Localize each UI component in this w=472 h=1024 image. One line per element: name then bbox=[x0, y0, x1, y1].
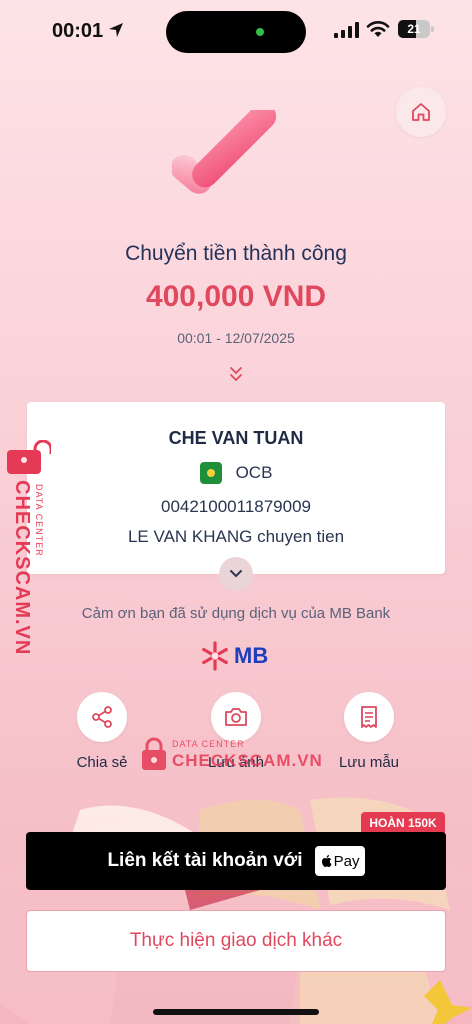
home-indicator[interactable] bbox=[153, 1009, 319, 1015]
bank-row: OCB bbox=[27, 462, 445, 484]
pay-text: Pay bbox=[333, 852, 360, 870]
save-template-action[interactable]: Lưu mẫu bbox=[329, 692, 409, 771]
success-check-icon bbox=[172, 110, 277, 194]
apple-pay-logo: Pay bbox=[314, 846, 365, 876]
status-bar: 00:01 21 bbox=[0, 0, 472, 62]
transfer-datetime: 00:01 - 12/07/2025 bbox=[177, 330, 295, 346]
double-chevron-down-icon[interactable] bbox=[229, 365, 243, 383]
home-icon bbox=[412, 103, 430, 121]
location-arrow-icon bbox=[109, 23, 123, 37]
other-transaction-label: Thực hiện giao dịch khác bbox=[129, 930, 343, 951]
lock-icon bbox=[142, 737, 166, 770]
mb-logo-text: MB bbox=[234, 643, 269, 668]
recipient-name: CHE VAN TUAN bbox=[168, 428, 304, 448]
apple-logo-icon bbox=[321, 855, 332, 867]
save-template-label: Lưu mẫu bbox=[338, 754, 400, 771]
chevron-down-icon bbox=[230, 570, 242, 578]
share-icon bbox=[92, 706, 112, 728]
link-apple-pay-button[interactable]: Liên kết tài khoản với Pay bbox=[26, 832, 446, 890]
watermark-text: CHECKSCAM.VN bbox=[11, 480, 33, 656]
dynamic-island bbox=[166, 11, 306, 53]
apple-pay-label: Liên kết tài khoản với bbox=[107, 850, 303, 871]
home-button[interactable] bbox=[396, 87, 446, 137]
cashback-badge: HOÀN 150K bbox=[361, 812, 445, 834]
expand-details-button[interactable] bbox=[219, 557, 253, 591]
watermark-horizontal: DATA CENTER CHECKSCAM.VN bbox=[140, 736, 322, 776]
share-label: Chia sẻ bbox=[76, 754, 128, 771]
transfer-amount: 400,000 VND bbox=[145, 280, 327, 313]
ocb-bank-logo-icon bbox=[199, 462, 222, 484]
watermark-sub: DATA CENTER bbox=[172, 739, 245, 749]
account-number: 0042100011879009 bbox=[160, 497, 311, 516]
camera-indicator-dot bbox=[256, 28, 264, 36]
battery-level: 21 bbox=[407, 22, 421, 36]
mb-bank-logo: MB bbox=[200, 641, 268, 671]
lock-icon bbox=[7, 440, 51, 474]
watermark-text: CHECKSCAM.VN bbox=[172, 751, 323, 770]
share-button[interactable] bbox=[77, 692, 127, 742]
other-transaction-button[interactable]: Thực hiện giao dịch khác bbox=[26, 910, 446, 972]
share-action[interactable]: Chia sẻ bbox=[62, 692, 142, 771]
camera-icon bbox=[225, 708, 247, 726]
save-image-button[interactable] bbox=[211, 692, 261, 742]
result-title: Chuyển tiền thành công bbox=[125, 242, 347, 265]
battery-indicator: 21 bbox=[398, 20, 430, 38]
mb-star-icon bbox=[202, 641, 228, 671]
receipt-icon bbox=[361, 706, 377, 728]
bank-name: OCB bbox=[235, 463, 273, 482]
wifi-icon bbox=[366, 21, 390, 37]
recipient-card: CHE VAN TUAN OCB 0042100011879009 LE VAN… bbox=[27, 402, 445, 574]
cellular-signal-icon bbox=[334, 22, 359, 38]
watermark-sub: DATA CENTER bbox=[34, 484, 44, 557]
save-template-button[interactable] bbox=[344, 692, 394, 742]
status-time: 00:01 bbox=[52, 20, 104, 42]
transfer-memo: LE VAN KHANG chuyen tien bbox=[127, 527, 345, 546]
thank-you-message: Cảm ơn bạn đã sử dụng dịch vụ của MB Ban… bbox=[81, 605, 391, 622]
